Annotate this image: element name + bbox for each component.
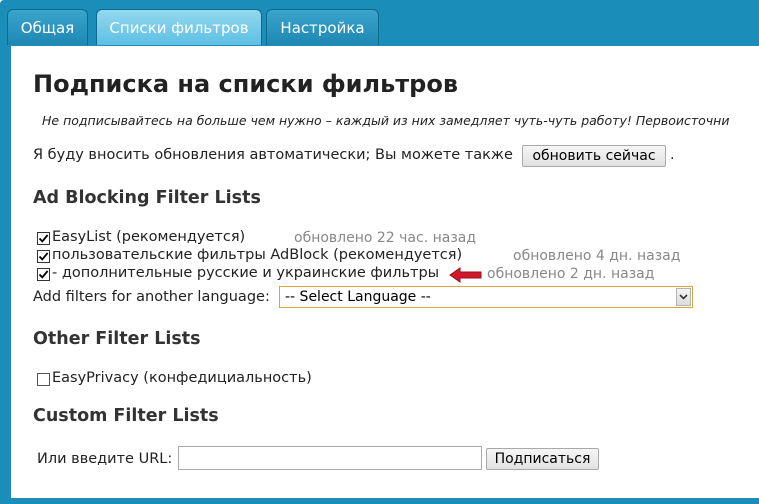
tab-general[interactable]: Общая xyxy=(7,9,88,45)
russian-ukrainian-checkbox[interactable] xyxy=(37,268,50,281)
language-select[interactable]: -- Select Language -- xyxy=(279,286,693,308)
tab-filter-lists[interactable]: Списки фильтров xyxy=(96,9,262,45)
checkmark-icon xyxy=(38,234,49,243)
adblock-custom-checkbox[interactable] xyxy=(37,250,50,263)
easyprivacy-label[interactable]: EasyPrivacy (конфедициальность) xyxy=(52,370,312,386)
checkmark-icon xyxy=(38,270,49,279)
subscription-warning-note: Не подписывайтесь на больше чем нужно – … xyxy=(42,113,730,128)
russian-ukrainian-updated: обновлено 2 дн. назад xyxy=(487,266,655,282)
chevron-down-icon[interactable] xyxy=(676,288,691,306)
checkmark-icon xyxy=(38,252,49,261)
adblock-custom-updated: обновлено 4 дн. назад xyxy=(513,248,681,264)
language-select-value: -- Select Language -- xyxy=(285,289,431,305)
auto-update-text: Я буду вносить обновления автоматически;… xyxy=(33,147,513,163)
easylist-updated: обновлено 22 час. назад xyxy=(294,230,477,246)
tab-customize[interactable]: Настройка xyxy=(266,9,379,45)
ad-blocking-heading: Ad Blocking Filter Lists xyxy=(33,188,261,208)
easylist-checkbox[interactable] xyxy=(37,232,50,245)
adblock-custom-label[interactable]: пользовательские фильтры AdBlock (рекоме… xyxy=(52,247,462,263)
custom-url-input[interactable] xyxy=(178,446,482,470)
update-now-button[interactable]: обновить сейчас xyxy=(522,145,666,167)
other-lists-heading: Other Filter Lists xyxy=(33,329,201,349)
tab-bar: Общая Списки фильтров Настройка xyxy=(0,0,759,46)
subscribe-button[interactable]: Подписаться xyxy=(486,448,599,470)
update-now-suffix: . xyxy=(670,147,675,163)
custom-lists-heading: Custom Filter Lists xyxy=(33,406,219,426)
filter-lists-panel: Подписка на списки фильтров Не подписыва… xyxy=(11,46,759,498)
red-arrow-left-icon xyxy=(449,267,482,283)
easyprivacy-checkbox[interactable] xyxy=(37,373,50,386)
page-title: Подписка на списки фильтров xyxy=(33,70,459,98)
easylist-label[interactable]: EasyList (рекомендуется) xyxy=(52,229,245,245)
window-bottom-border xyxy=(0,498,759,504)
custom-url-label: Или введите URL: xyxy=(37,451,173,467)
russian-ukrainian-label[interactable]: - дополнительные русские и украинские фи… xyxy=(52,265,439,281)
another-language-label: Add filters for another language: xyxy=(33,289,270,305)
